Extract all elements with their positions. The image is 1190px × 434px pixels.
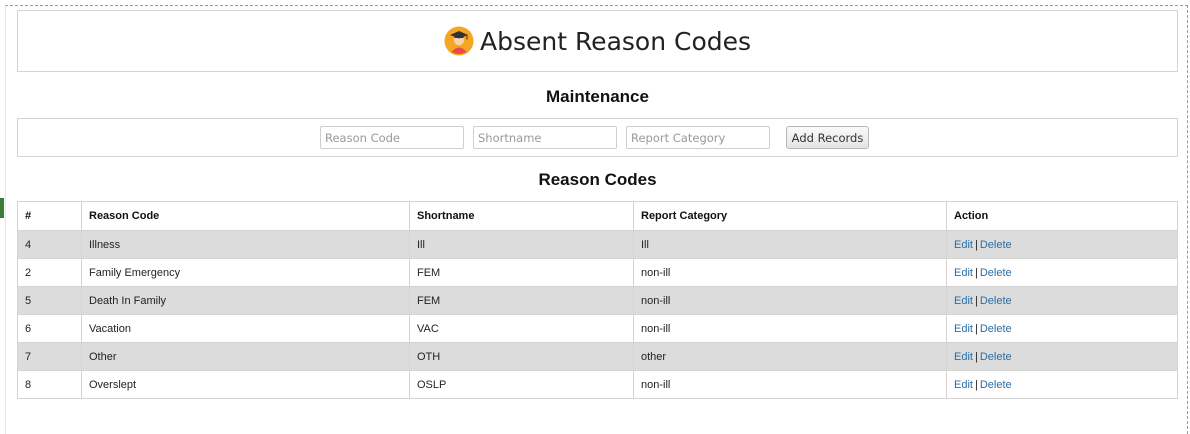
column-header-action: Action xyxy=(946,201,1178,231)
reason-codes-heading: Reason Codes xyxy=(538,170,657,189)
cell-shortname: FEM xyxy=(409,258,634,287)
cell-reason-code: Family Emergency xyxy=(81,258,410,287)
action-separator: | xyxy=(974,350,978,363)
cell-report-category: Ill xyxy=(633,230,947,259)
action-separator: | xyxy=(974,266,978,279)
cell-action: Edit | Delete xyxy=(946,230,1178,259)
cell-action: Edit | Delete xyxy=(946,342,1178,371)
column-header-report-category: Report Category xyxy=(633,201,947,231)
student-avatar-icon xyxy=(444,26,474,56)
column-header-shortname: Shortname xyxy=(409,201,634,231)
cell-report-category: other xyxy=(633,342,947,371)
cell-report-category: non-ill xyxy=(633,370,947,399)
delete-link[interactable]: Delete xyxy=(980,351,1012,363)
delete-link[interactable]: Delete xyxy=(980,267,1012,279)
edit-link[interactable]: Edit xyxy=(954,323,973,335)
edit-link[interactable]: Edit xyxy=(954,379,973,391)
action-separator: | xyxy=(974,238,978,251)
delete-link[interactable]: Delete xyxy=(980,239,1012,251)
cell-action: Edit | Delete xyxy=(946,286,1178,315)
cell-reason-code: Overslept xyxy=(81,370,410,399)
cell-number: 8 xyxy=(17,370,82,399)
action-separator: | xyxy=(974,294,978,307)
cell-number: 4 xyxy=(17,230,82,259)
action-separator: | xyxy=(974,322,978,335)
cell-report-category: non-ill xyxy=(633,258,947,287)
edit-link[interactable]: Edit xyxy=(954,239,973,251)
table-header-row: # Reason Code Shortname Report Category … xyxy=(17,201,1178,231)
shortname-input[interactable] xyxy=(473,126,617,149)
edit-link[interactable]: Edit xyxy=(954,295,973,307)
delete-link[interactable]: Delete xyxy=(980,323,1012,335)
action-separator: | xyxy=(974,378,978,391)
cell-shortname: OSLP xyxy=(409,370,634,399)
column-header-number: # xyxy=(17,201,82,231)
cell-number: 2 xyxy=(17,258,82,287)
cell-report-category: non-ill xyxy=(633,286,947,315)
cell-shortname: OTH xyxy=(409,342,634,371)
table-row: 4 Illness Ill Ill Edit | Delete xyxy=(17,230,1178,259)
reason-code-input[interactable] xyxy=(320,126,464,149)
cell-action: Edit | Delete xyxy=(946,314,1178,343)
cell-number: 5 xyxy=(17,286,82,315)
maintenance-heading: Maintenance xyxy=(546,87,649,106)
delete-link[interactable]: Delete xyxy=(980,295,1012,307)
cell-reason-code: Other xyxy=(81,342,410,371)
reason-codes-table: # Reason Code Shortname Report Category … xyxy=(17,201,1178,399)
delete-link[interactable]: Delete xyxy=(980,379,1012,391)
cell-shortname: FEM xyxy=(409,286,634,315)
left-edge-marker xyxy=(0,198,4,218)
cell-shortname: VAC xyxy=(409,314,634,343)
table-row: 8 Overslept OSLP non-ill Edit | Delete xyxy=(17,370,1178,399)
edit-link[interactable]: Edit xyxy=(954,351,973,363)
cell-reason-code: Vacation xyxy=(81,314,410,343)
cell-reason-code: Death In Family xyxy=(81,286,410,315)
cell-shortname: Ill xyxy=(409,230,634,259)
edit-link[interactable]: Edit xyxy=(954,267,973,279)
add-records-button[interactable]: Add Records xyxy=(786,126,869,149)
table-row: 2 Family Emergency FEM non-ill Edit | Dele… xyxy=(17,258,1178,287)
title-panel: Absent Reason Codes xyxy=(17,10,1178,72)
maintenance-form: Add Records xyxy=(17,118,1178,157)
table-row: 6 Vacation VAC non-ill Edit | Delete xyxy=(17,314,1178,343)
page-title: Absent Reason Codes xyxy=(479,26,752,56)
cell-number: 6 xyxy=(17,314,82,343)
cell-reason-code: Illness xyxy=(81,230,410,259)
table-row: 5 Death In Family FEM non-ill Edit | Delet… xyxy=(17,286,1178,315)
cell-number: 7 xyxy=(17,342,82,371)
cell-report-category: non-ill xyxy=(633,314,947,343)
cell-action: Edit | Delete xyxy=(946,370,1178,399)
title-group: Absent Reason Codes xyxy=(444,26,751,56)
cell-action: Edit | Delete xyxy=(946,258,1178,287)
report-category-input[interactable] xyxy=(626,126,770,149)
column-header-reason-code: Reason Code xyxy=(81,201,410,231)
table-row: 7 Other OTH other Edit | Delete xyxy=(17,342,1178,371)
